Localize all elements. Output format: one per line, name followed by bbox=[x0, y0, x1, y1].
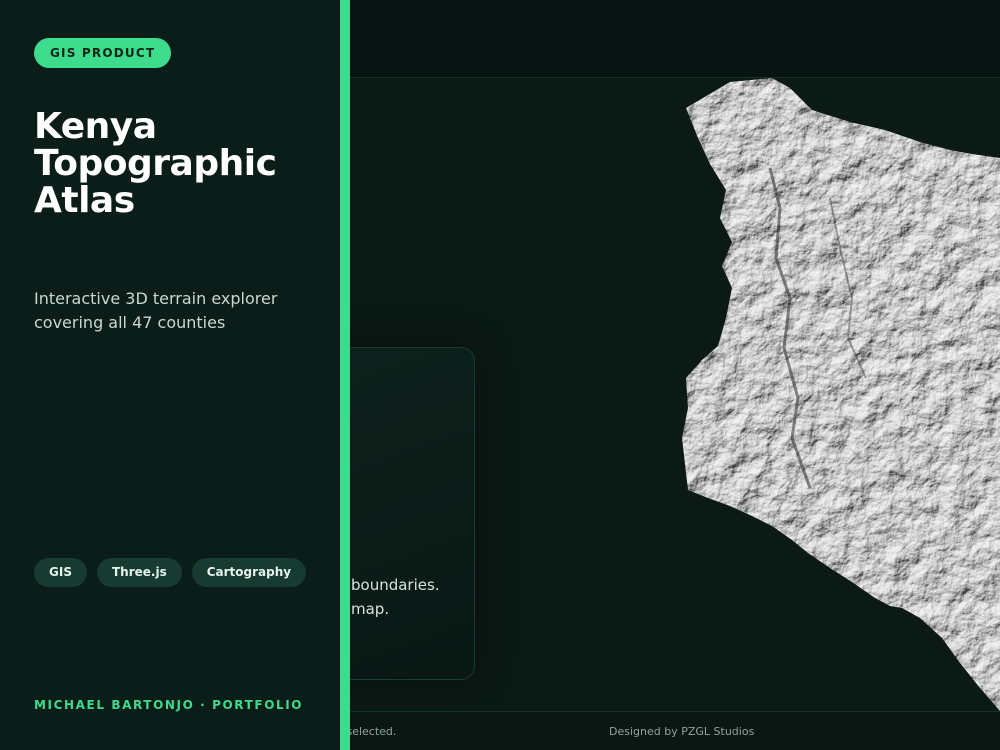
subtitle-line-1: Interactive 3D terrain explorer bbox=[34, 289, 278, 308]
tag-list: GIS Three.js Cartography bbox=[34, 558, 307, 587]
title-line-1: Kenya bbox=[34, 106, 157, 147]
kenya-outline bbox=[682, 78, 1000, 711]
project-subtitle: Interactive 3D terrain explorer covering… bbox=[34, 287, 324, 335]
app-stage: boundaries. map. n selected. Designed by bbox=[0, 0, 1000, 750]
tag-cartography[interactable]: Cartography bbox=[191, 558, 307, 587]
tag-threejs[interactable]: Three.js bbox=[96, 558, 182, 587]
info-text-line-2: map. bbox=[351, 600, 390, 618]
terrain-map-icon bbox=[682, 78, 1000, 711]
project-title: Kenya Topographic Atlas bbox=[34, 108, 334, 219]
accent-divider bbox=[340, 0, 350, 750]
tag-gis[interactable]: GIS bbox=[34, 558, 87, 587]
kenya-terrain-map[interactable] bbox=[680, 78, 1000, 711]
footer-credit-text: Designed by PZGL Studios bbox=[609, 725, 755, 738]
project-panel: GIS PRODUCT Kenya Topographic Atlas Inte… bbox=[0, 0, 340, 750]
subtitle-line-2: covering all 47 counties bbox=[34, 313, 226, 332]
title-line-2: Topographic bbox=[34, 143, 277, 184]
info-text-line-1: boundaries. bbox=[351, 576, 440, 594]
author-credit: MICHAEL BARTONJO · PORTFOLIO bbox=[34, 698, 304, 712]
category-badge: GIS PRODUCT bbox=[34, 38, 172, 68]
title-line-3: Atlas bbox=[34, 180, 135, 221]
